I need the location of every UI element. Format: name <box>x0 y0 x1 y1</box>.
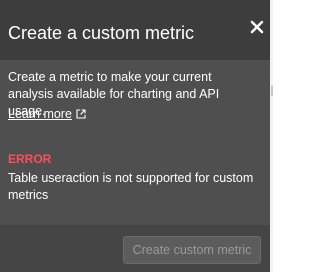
learn-more-link[interactable]: Learn more <box>8 106 86 122</box>
dialog-title: Create a custom metric <box>8 23 195 43</box>
close-icon <box>248 18 266 36</box>
learn-more-label: Learn more <box>8 107 72 121</box>
create-custom-metric-button[interactable]: Create custom metric <box>123 236 261 264</box>
error-message: Table useraction is not supported for cu… <box>8 171 254 202</box>
background-page-fragment <box>271 86 273 96</box>
external-link-icon <box>76 109 86 119</box>
background-page <box>270 0 273 272</box>
dialog-header: Create a custom metric <box>0 0 270 60</box>
create-custom-metric-dialog: Create a custom metric Create a metric t… <box>0 0 270 272</box>
close-button[interactable] <box>248 18 266 36</box>
error-title: ERROR <box>8 152 52 166</box>
